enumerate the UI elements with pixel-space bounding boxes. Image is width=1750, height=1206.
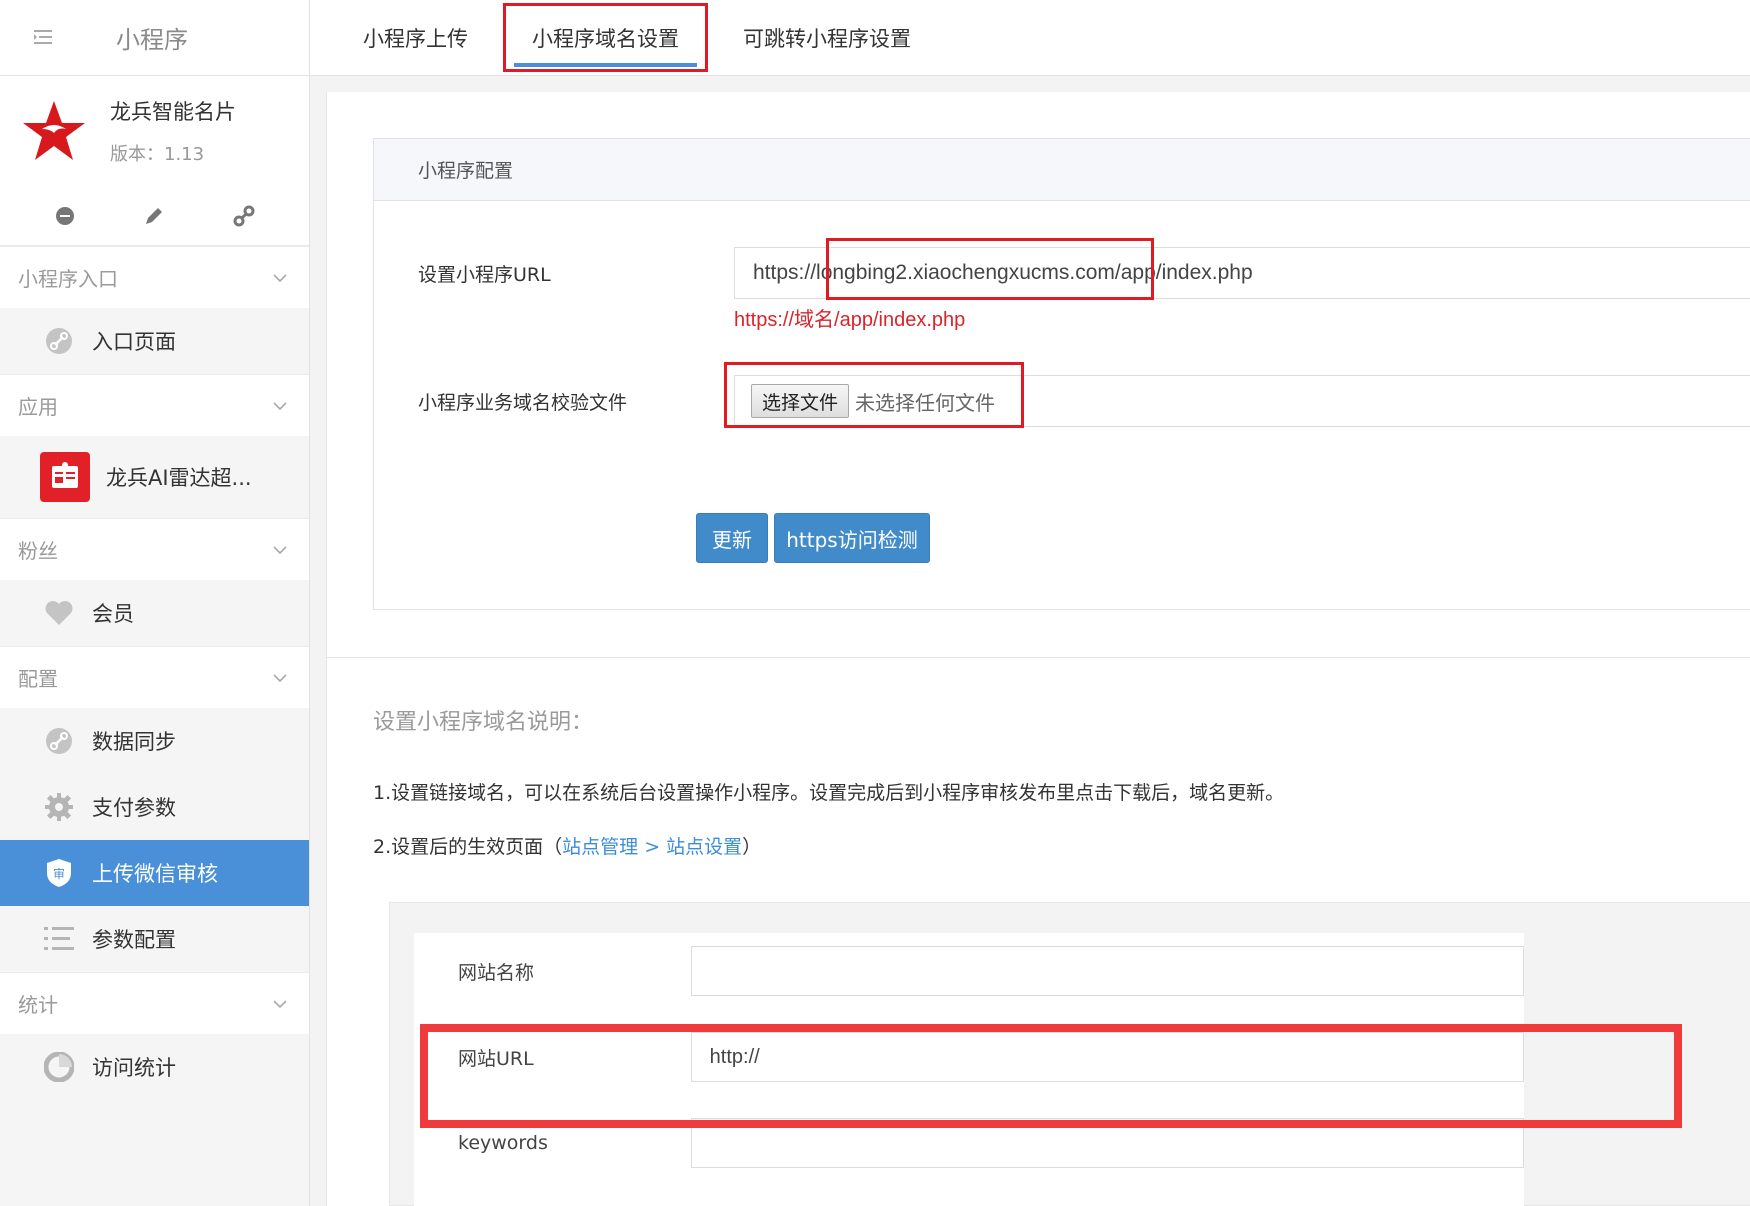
config-panel: 小程序配置 设置小程序URL https://longbing2.xiaoche… (373, 138, 1750, 610)
chevron-down-icon (273, 999, 287, 1008)
highlight-domain-box (826, 238, 1154, 300)
app-logo-star-icon (23, 101, 85, 160)
sidebar: 小程序 龙兵智能名片 版本：1.13 小程序入口 入口页面 应用 龙兵AI雷达超… (0, 0, 310, 1206)
sidebar-group-config[interactable]: 配置 (0, 646, 309, 708)
sidebar-item-label: 上传微信审核 (92, 862, 218, 886)
sidebar-item-members[interactable]: 会员 (0, 580, 309, 646)
app-name: 龙兵智能名片 (110, 100, 236, 124)
sidebar-item-ai-radar[interactable]: 龙兵AI雷达超... (0, 436, 309, 518)
notes-title: 设置小程序域名说明： (373, 710, 594, 735)
site-name-label: 网站名称 (458, 961, 535, 984)
chevron-down-icon (273, 401, 287, 410)
link-circle-icon (44, 726, 74, 756)
group-label: 配置 (18, 667, 58, 691)
sidebar-item-label: 支付参数 (92, 796, 176, 820)
highlight-file-box (724, 362, 1024, 428)
sidebar-group-apps[interactable]: 应用 (0, 374, 309, 436)
sidebar-title: 小程序 (116, 26, 188, 54)
sidebar-item-upload-wechat-review[interactable]: 审 上传微信审核 (0, 840, 309, 906)
sidebar-item-label: 访问统计 (92, 1056, 176, 1080)
sidebar-header: 小程序 (0, 0, 309, 76)
group-label: 应用 (18, 395, 58, 419)
sidebar-item-data-sync[interactable]: 数据同步 (0, 708, 309, 774)
group-label: 粉丝 (18, 539, 58, 563)
sidebar-item-payment-params[interactable]: 支付参数 (0, 774, 309, 840)
verify-file-label: 小程序业务域名校验文件 (418, 391, 628, 414)
tab-miniprogram-upload[interactable]: 小程序上传 (310, 0, 500, 75)
note-line-2: 2.设置后的生效页面（站点管理 > 站点设置） (373, 832, 761, 859)
link-site-management[interactable]: 站点管理 (562, 836, 638, 858)
sidebar-item-visit-stats[interactable]: 访问统计 (0, 1034, 309, 1100)
panel-heading: 小程序配置 (374, 139, 1750, 201)
sidebar-group-stats[interactable]: 统计 (0, 972, 309, 1034)
shield-icon: 审 (44, 858, 74, 888)
sidebar-group-fans[interactable]: 粉丝 (0, 518, 309, 580)
menu-toggle-icon[interactable] (34, 26, 54, 50)
chevron-down-icon (273, 273, 287, 282)
breadcrumb-separator: > (638, 836, 667, 858)
list-icon (44, 924, 74, 954)
gear-icon (44, 792, 74, 822)
site-name-input[interactable] (690, 946, 1524, 996)
note-line-2-prefix: 2.设置后的生效页面（ (373, 836, 563, 858)
shield-badge: 审 (53, 866, 65, 881)
sidebar-item-label: 数据同步 (92, 730, 176, 754)
url-format-hint: https://域名/app/index.php (734, 309, 966, 331)
group-label: 小程序入口 (18, 267, 118, 291)
pie-chart-icon (44, 1052, 74, 1082)
edit-pencil-icon[interactable] (140, 202, 168, 230)
sidebar-group-entry[interactable]: 小程序入口 (0, 246, 309, 308)
sidebar-item-label: 龙兵AI雷达超... (106, 466, 252, 490)
link-site-settings[interactable]: 站点设置 (666, 836, 742, 858)
sidebar-item-param-config[interactable]: 参数配置 (0, 906, 309, 972)
url-row: 设置小程序URL (418, 247, 708, 299)
heart-icon (44, 598, 74, 628)
section-divider (327, 657, 1750, 658)
tab-jump-miniprogram-settings[interactable]: 可跳转小程序设置 (711, 0, 943, 75)
note-line-2-suffix: ） (742, 836, 762, 858)
top-tab-bar: 小程序上传 小程序域名设置 可跳转小程序设置 (310, 0, 1750, 76)
verify-file-row: 小程序业务域名校验文件 (418, 375, 708, 427)
url-label: 设置小程序URL (418, 263, 551, 286)
tab-domain-settings[interactable]: 小程序域名设置 (500, 0, 711, 75)
link-icon[interactable] (230, 202, 258, 230)
chevron-down-icon (273, 673, 287, 682)
keywords-label: keywords (458, 1132, 548, 1154)
app-version: 版本：1.13 (110, 144, 205, 165)
app-thumbnail-icon (40, 452, 90, 502)
note-line-1: 1.设置链接域名，可以在系统后台设置操作小程序。设置完成后到小程序审核发布里点击… (373, 782, 1285, 804)
sidebar-item-entry-page[interactable]: 入口页面 (0, 308, 309, 374)
https-check-button[interactable]: https访问检测 (774, 513, 930, 563)
chevron-down-icon (273, 545, 287, 554)
minus-circle-icon[interactable] (51, 202, 79, 230)
app-card: 龙兵智能名片 版本：1.13 (0, 76, 309, 186)
highlight-site-url-box (420, 1024, 1682, 1128)
sidebar-item-label: 入口页面 (92, 330, 176, 354)
group-label: 统计 (18, 993, 58, 1017)
sidebar-item-label: 参数配置 (92, 928, 176, 952)
update-button[interactable]: 更新 (696, 513, 768, 563)
site-name-row: 网站名称 (414, 941, 1524, 1001)
link-circle-icon (44, 326, 74, 356)
quick-actions (0, 186, 309, 246)
sidebar-item-label: 会员 (92, 602, 134, 626)
